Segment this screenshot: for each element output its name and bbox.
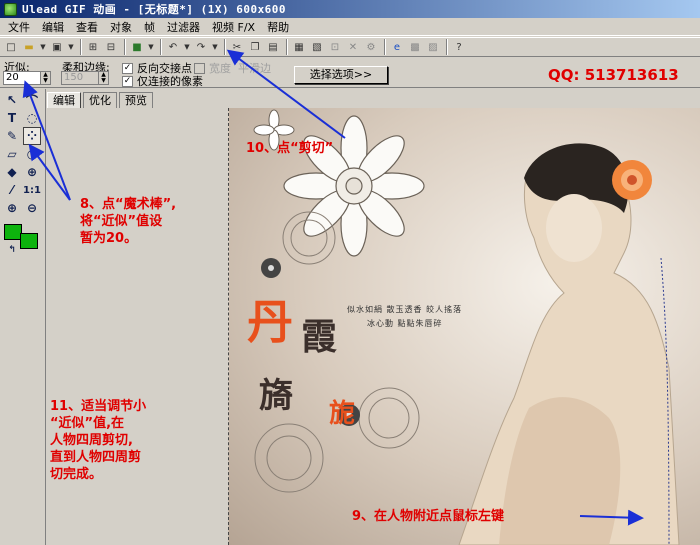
browser-preview-icon[interactable]: e bbox=[389, 39, 405, 55]
annotation-step-9: 9、在人物附近点鼠标左键 bbox=[352, 509, 505, 524]
art-char-3: 旖 bbox=[259, 376, 293, 416]
menu-help[interactable]: 帮助 bbox=[261, 19, 295, 35]
feather-input[interactable]: 150 ▲ ▼ bbox=[61, 71, 109, 85]
title-bar: Ulead GIF 动画 - [无标题*] (1X) 600x600 bbox=[0, 0, 700, 18]
add-image-icon[interactable]: ⊞ bbox=[85, 39, 101, 55]
zoom-in-icon[interactable]: ⊕ bbox=[3, 199, 21, 217]
menu-edit[interactable]: 编辑 bbox=[36, 19, 70, 35]
large-flower-graphic bbox=[283, 115, 425, 257]
redo-icon[interactable]: ↷ bbox=[193, 39, 209, 55]
background-color-swatch[interactable] bbox=[20, 233, 38, 249]
magic-wand-icon[interactable]: ⁘ bbox=[23, 127, 41, 145]
undo-icon[interactable]: ↶ bbox=[165, 39, 181, 55]
crop-icon[interactable]: ⊡ bbox=[327, 39, 343, 55]
annotation-step-8: 8、点“魔术棒”, 将“近似”值设 暂为20。 bbox=[80, 197, 177, 246]
eraser-icon[interactable]: ▱ bbox=[3, 145, 21, 163]
connected-pixels-checkbox[interactable]: ✓ 仅连接的像素 bbox=[122, 73, 203, 89]
eyedropper-icon[interactable]: ⁄ bbox=[3, 181, 21, 199]
oval-icon[interactable]: ○ bbox=[23, 145, 41, 163]
tween-icon[interactable]: ▧ bbox=[309, 39, 325, 55]
approx-input[interactable]: 20 ▲ ▼ bbox=[3, 71, 51, 85]
menu-view[interactable]: 查看 bbox=[70, 19, 104, 35]
open-dropdown-icon[interactable]: ▼ bbox=[39, 39, 47, 55]
brush-icon[interactable]: ✎ bbox=[3, 127, 21, 145]
menu-frame[interactable]: 帧 bbox=[138, 19, 161, 35]
annotation-step-10: 10、点“剪切” bbox=[246, 141, 334, 156]
app-icon bbox=[4, 2, 17, 16]
save-dropdown-icon[interactable]: ▼ bbox=[67, 39, 75, 55]
main-toolbar: □ ▬ ▼ ▣ ▼ ⊞ ⊟ ■ ▼ ↶ ▼ ↷ ▼ ✂ ❐ ▤ ▦ ▧ ⊡ ✕ … bbox=[0, 37, 700, 57]
clone-icon[interactable]: ⊕ bbox=[23, 163, 41, 181]
add-frame-icon[interactable]: ⊟ bbox=[103, 39, 119, 55]
select-options-button[interactable]: 选择选项>> bbox=[294, 66, 388, 84]
feather-spinner-icon[interactable]: ▲ ▼ bbox=[98, 72, 108, 84]
approx-spinner-icon[interactable]: ▲ ▼ bbox=[40, 72, 50, 84]
delete-icon[interactable]: ✕ bbox=[345, 39, 361, 55]
poem-line-2: 冰心動 點點朱唇碎 bbox=[367, 319, 443, 328]
poem-line-1: 似水如絹 散玉透香 皎人搖落 bbox=[347, 305, 463, 314]
copy-icon[interactable]: ❐ bbox=[247, 39, 263, 55]
swap-colors-icon[interactable]: ↰ bbox=[3, 241, 21, 259]
cut-icon[interactable]: ✂ bbox=[229, 39, 245, 55]
gear-icon[interactable]: ⚙ bbox=[363, 39, 379, 55]
help-icon[interactable]: ? bbox=[451, 39, 467, 55]
woman-figure bbox=[458, 143, 680, 545]
color-icon[interactable]: ■ bbox=[129, 39, 145, 55]
view-tabs: 编辑 优化 预览 bbox=[47, 92, 155, 108]
art-char-2: 霞 bbox=[301, 316, 338, 358]
fill-icon[interactable]: ◆ bbox=[3, 163, 21, 181]
ratio-icon[interactable]: 1:1 bbox=[23, 181, 41, 199]
text-icon[interactable]: T bbox=[3, 109, 21, 127]
redo-dropdown-icon[interactable]: ▼ bbox=[211, 39, 219, 55]
menu-object[interactable]: 对象 bbox=[104, 19, 138, 35]
tool-palette: ↖ ⌒ T ◌ ✎ ⁘ ▱ ○ ◆ ⊕ ⁄ 1:1 ⊕ ⊖ ↰ bbox=[0, 89, 46, 545]
tab-optimize[interactable]: 优化 bbox=[83, 92, 117, 108]
zoom-out-icon[interactable]: ⊖ bbox=[23, 199, 41, 217]
new-file-icon[interactable]: □ bbox=[3, 39, 19, 55]
annotation-step-11: 11、适当调节小 “近似”值,在 人物四周剪切, 直到人物四周剪 切完成。 bbox=[50, 399, 147, 482]
tab-edit[interactable]: 编辑 bbox=[47, 92, 81, 108]
menu-bar: 文件 编辑 查看 对象 帧 过滤器 视频 F/X 帮助 bbox=[0, 18, 700, 36]
export-icon[interactable]: ▨ bbox=[425, 39, 441, 55]
color-dropdown-icon[interactable]: ▼ bbox=[147, 39, 155, 55]
pointer-icon[interactable]: ↖ bbox=[3, 91, 21, 109]
save-icon[interactable]: ▣ bbox=[49, 39, 65, 55]
menu-file[interactable]: 文件 bbox=[2, 19, 36, 35]
tab-preview[interactable]: 预览 bbox=[119, 92, 153, 108]
paste-icon[interactable]: ▤ bbox=[265, 39, 281, 55]
undo-dropdown-icon[interactable]: ▼ bbox=[183, 39, 191, 55]
art-char-1: 丹 bbox=[247, 295, 293, 349]
optimize-icon[interactable]: ▩ bbox=[407, 39, 423, 55]
open-folder-icon[interactable]: ▬ bbox=[21, 39, 37, 55]
art-char-4: 旎 bbox=[329, 399, 356, 429]
menu-filter[interactable]: 过滤器 bbox=[161, 19, 206, 35]
window-title: Ulead GIF 动画 - [无标题*] (1X) 600x600 bbox=[22, 3, 287, 16]
menu-video-fx[interactable]: 视频 F/X bbox=[206, 19, 261, 35]
ellipse-select-icon[interactable]: ◌ bbox=[23, 109, 41, 127]
frame-properties-icon[interactable]: ▦ bbox=[291, 39, 307, 55]
image-artwork bbox=[253, 109, 680, 545]
edited-image[interactable]: 丹 霞 旖 旎 似水如絹 散玉透香 皎人搖落 冰心動 點點朱唇碎 bbox=[228, 108, 700, 545]
lasso-icon[interactable]: ⌒ bbox=[23, 91, 41, 109]
antialias-label: 平滑边 bbox=[238, 62, 271, 75]
qq-contact: QQ: 513713613 bbox=[548, 66, 679, 84]
